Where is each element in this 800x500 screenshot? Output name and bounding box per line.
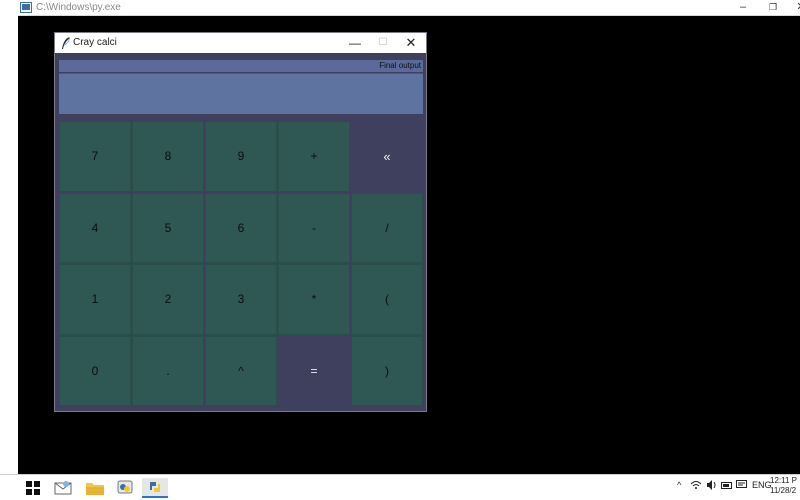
folder-icon [86,483,104,495]
tray-overflow-chevron-icon[interactable]: ^ [677,480,681,490]
clock-date: 11/28/2 [770,486,797,495]
calculator-minimize-button[interactable]: — [341,33,369,53]
key-multiply[interactable]: * [278,264,350,335]
key-minus[interactable]: - [278,192,350,263]
windows-start-icon[interactable] [20,478,46,498]
python-logo-icon [117,480,133,494]
console-restore-button[interactable]: ❐ [758,0,788,15]
key-5[interactable]: 5 [132,192,204,263]
volume-icon[interactable] [706,480,718,492]
system-clock[interactable]: 12:11 P 11/28/2 [770,476,800,496]
envelope-icon [54,481,72,495]
key-backspace[interactable]: « [351,121,423,192]
key-1[interactable]: 1 [59,264,131,335]
desktop-left-edge [0,0,18,474]
key-plus[interactable]: + [278,121,350,192]
python-running-app-icon[interactable] [142,478,168,498]
key-close-paren[interactable]: ) [351,335,423,406]
key-7[interactable]: 7 [59,121,131,192]
python-snake-icon [150,482,160,492]
key-9[interactable]: 9 [205,121,277,192]
console-window-title: C:\Windows\py.exe [36,2,121,13]
tk-feather-icon [62,37,70,49]
key-divide[interactable]: / [351,192,423,263]
calculator-title: Cray calci [73,37,117,48]
taskbar: ^ ENG 12:11 P 11/28/2 [0,474,800,500]
final-output-label: Final output [59,60,423,72]
console-close-button[interactable]: ✕ [786,0,800,15]
key-open-paren[interactable]: ( [351,264,423,335]
key-equals[interactable]: = [278,335,350,406]
key-power[interactable]: ^ [205,335,277,406]
key-6[interactable]: 6 [205,192,277,263]
wifi-icon[interactable] [690,480,702,492]
input-language-indicator[interactable]: ENG [752,480,772,490]
python-idle-icon[interactable] [112,478,138,498]
windows-logo-icon [26,481,40,495]
calculator-close-button[interactable]: ✕ [397,33,425,53]
calculator-window: Cray calci — ☐ ✕ Final output 7 8 9 + « … [54,32,427,412]
file-explorer-icon[interactable] [82,478,108,498]
key-2[interactable]: 2 [132,264,204,335]
console-window-titlebar[interactable]: C:\Windows\py.exe – ❐ ✕ [18,0,800,16]
key-8[interactable]: 8 [132,121,204,192]
console-minimize-button[interactable]: – [728,0,758,15]
mail-app-icon[interactable] [50,478,76,498]
keypad: 7 8 9 + « 4 5 6 - / 1 2 3 * ( 0 . ^ = ) [59,121,423,406]
key-4[interactable]: 4 [59,192,131,263]
calculator-maximize-button[interactable]: ☐ [369,33,397,53]
key-decimal[interactable]: . [132,335,204,406]
key-3[interactable]: 3 [205,264,277,335]
calculator-titlebar[interactable]: Cray calci — ☐ ✕ [55,33,426,53]
calculator-display[interactable] [59,73,423,114]
python-console-icon [20,2,32,13]
battery-icon[interactable] [721,480,733,492]
key-0[interactable]: 0 [59,335,131,406]
clock-time: 12:11 P [770,476,797,485]
action-center-icon[interactable] [736,480,747,492]
